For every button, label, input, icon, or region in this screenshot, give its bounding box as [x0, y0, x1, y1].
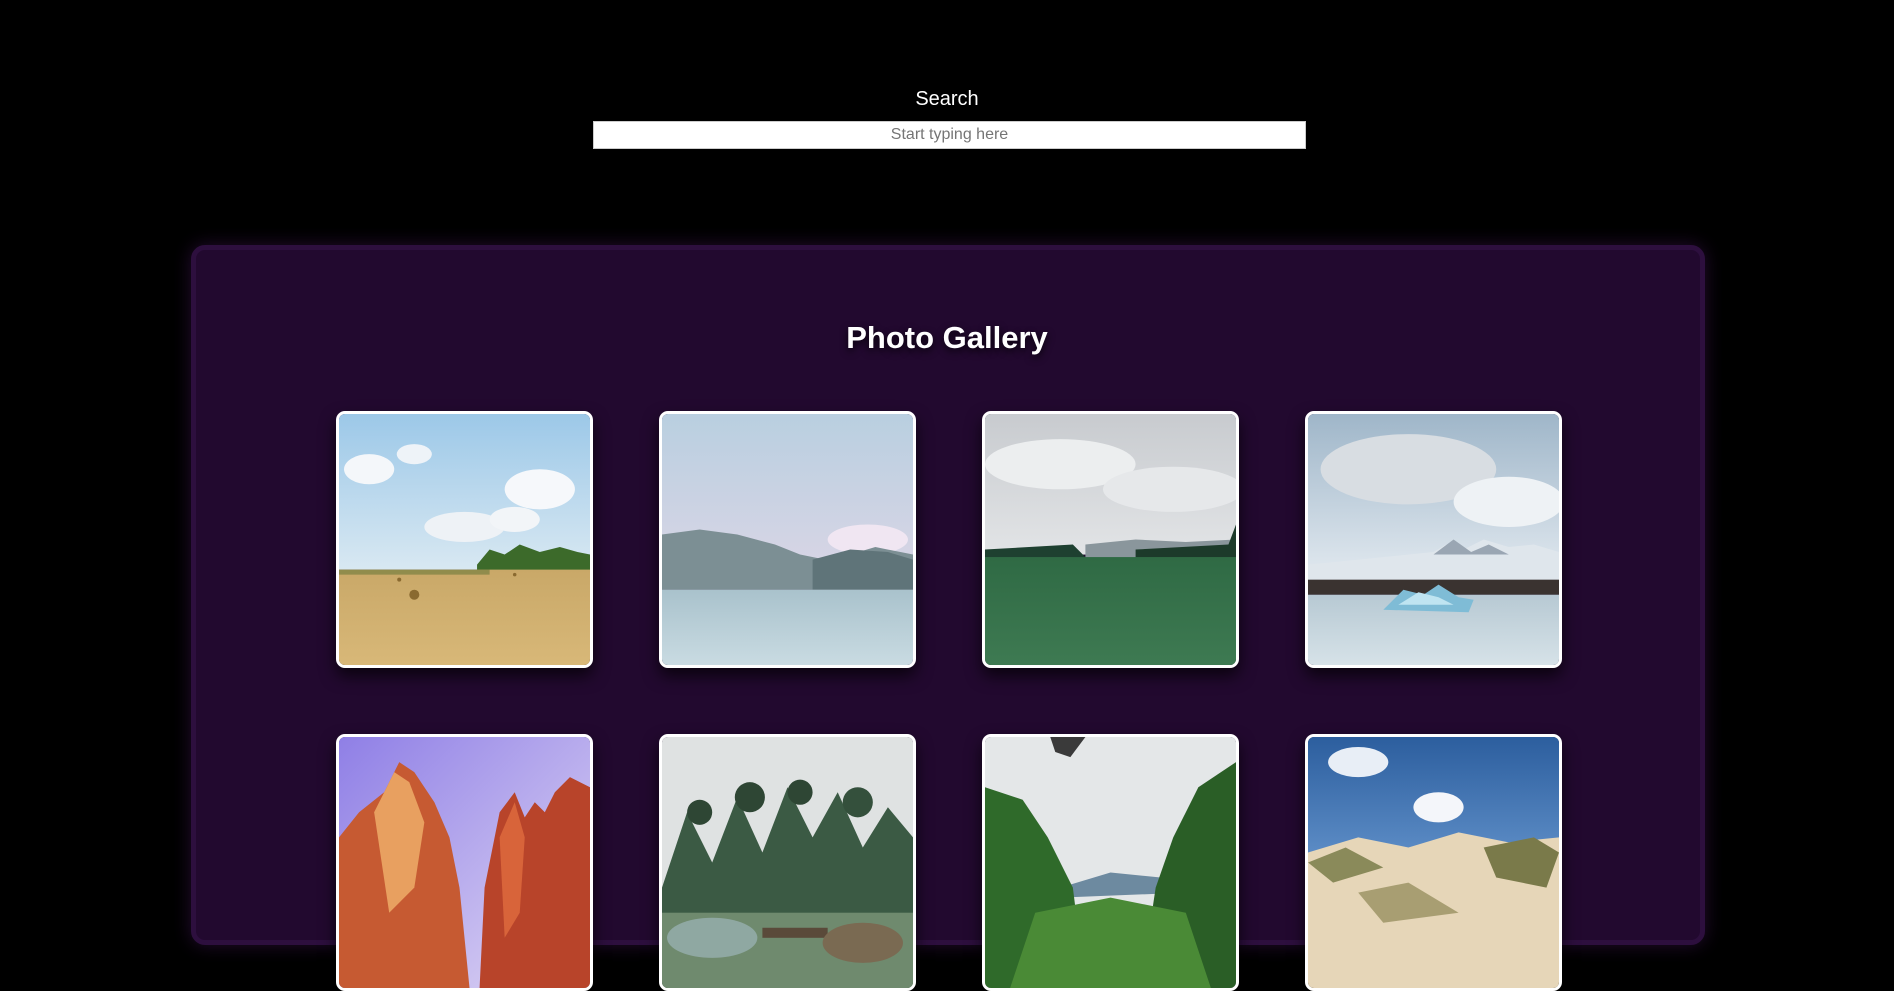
sand-dunes-image — [1308, 737, 1559, 988]
photo-tile-mountain-lake[interactable] — [659, 411, 916, 668]
search-input[interactable] — [593, 121, 1306, 149]
green-meadow-image — [985, 414, 1236, 665]
photo-tile-hay-field[interactable] — [336, 411, 593, 668]
photo-tile-red-canyon[interactable] — [336, 734, 593, 991]
gallery-title: Photo Gallery — [846, 320, 1048, 355]
glacier-lagoon-image — [1308, 414, 1559, 665]
photo-tile-glacier-lagoon[interactable] — [1305, 411, 1562, 668]
red-canyon-image — [339, 737, 590, 988]
hay-field-image — [339, 414, 590, 665]
photo-tile-green-meadow[interactable] — [982, 411, 1239, 668]
forest-valley-image — [985, 737, 1236, 988]
photo-tile-sand-dunes[interactable] — [1305, 734, 1562, 991]
search-label: Search — [915, 88, 979, 110]
mountain-lake-image — [662, 414, 913, 665]
photo-tile-forest-valley[interactable] — [982, 734, 1239, 991]
photo-tile-pine-garden[interactable] — [659, 734, 916, 991]
pine-garden-image — [662, 737, 913, 988]
